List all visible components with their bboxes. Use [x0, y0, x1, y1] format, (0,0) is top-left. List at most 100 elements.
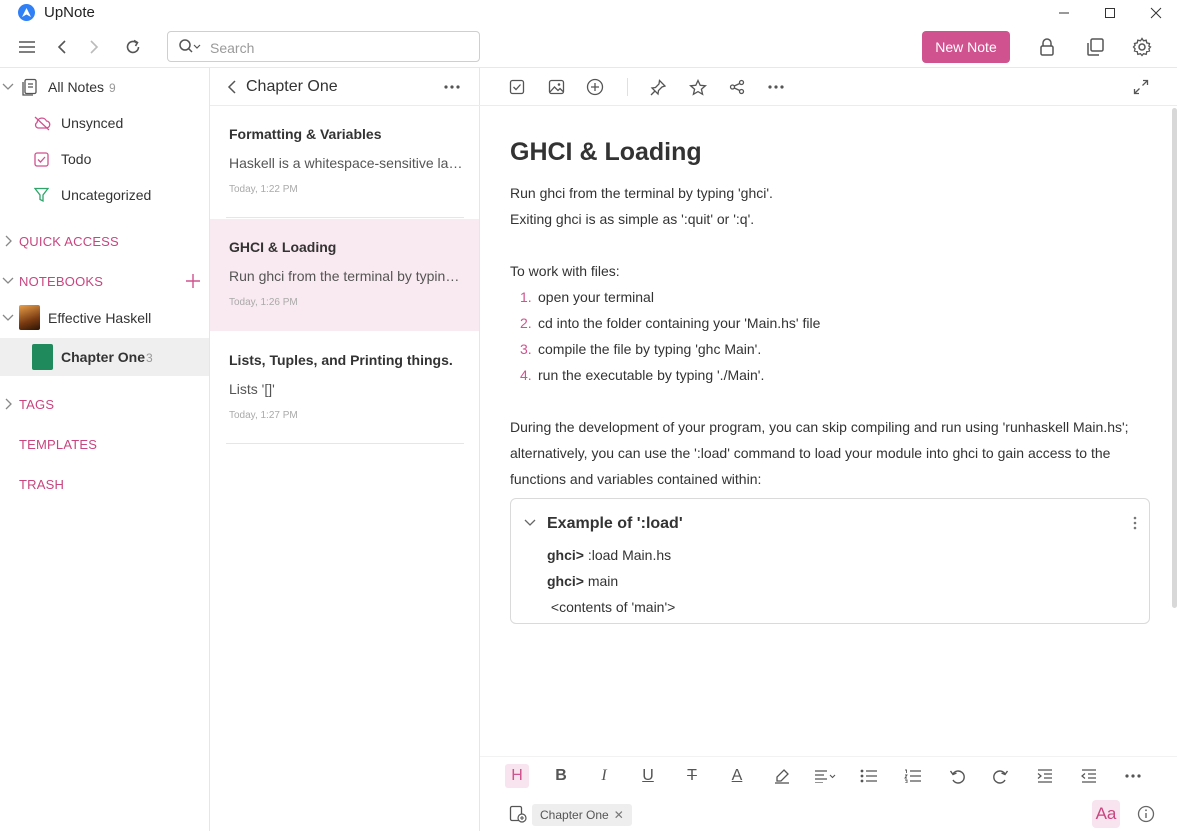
star-icon[interactable]	[686, 75, 710, 99]
editor-scrollbar[interactable]	[1172, 108, 1177, 608]
filter-icon	[34, 187, 49, 203]
sidebar-section-notebooks[interactable]: NOTEBOOKS	[0, 263, 209, 299]
menu-icon[interactable]	[15, 35, 39, 59]
undo-icon[interactable]	[945, 764, 969, 788]
minimize-button[interactable]	[1041, 0, 1087, 26]
checkbox-icon	[34, 152, 49, 167]
remove-chip-icon[interactable]: ✕	[614, 808, 624, 822]
list-number: 4.	[520, 367, 532, 383]
upnote-logo-icon	[18, 4, 35, 21]
settings-gear-icon[interactable]	[1130, 35, 1154, 59]
search-input[interactable]: Search	[167, 31, 480, 62]
notebook-chip[interactable]: Chapter One ✕	[532, 804, 632, 826]
list-number: 3.	[520, 341, 532, 357]
image-icon[interactable]	[544, 75, 568, 99]
duplicate-window-icon[interactable]	[1083, 35, 1107, 59]
paragraph[interactable]: To work with files:	[510, 263, 620, 279]
chevron-right-icon	[5, 235, 12, 247]
search-icon	[178, 38, 202, 59]
new-note-button[interactable]: New Note	[922, 31, 1010, 63]
bullet-list-icon[interactable]	[857, 764, 881, 788]
sidebar-section-quick-access[interactable]: QUICK ACCESS	[0, 223, 209, 259]
top-toolbar: Search New Note	[0, 26, 1177, 68]
divider	[226, 443, 464, 444]
note-list: Chapter One Formatting & Variables Haske…	[210, 68, 480, 831]
editor-toolbar	[480, 68, 1177, 106]
paragraph[interactable]: alternatively, you can use the ':load' c…	[510, 445, 1110, 461]
underline-button[interactable]: U	[636, 764, 660, 788]
checklist-icon[interactable]	[505, 75, 529, 99]
align-icon[interactable]	[813, 764, 837, 788]
lock-icon[interactable]	[1035, 35, 1059, 59]
block-options-icon[interactable]	[1133, 516, 1137, 530]
share-icon[interactable]	[725, 75, 749, 99]
sidebar-section-trash[interactable]: TRASH	[0, 466, 209, 502]
notebook-cover-icon	[19, 305, 40, 330]
paragraph[interactable]: Exiting ghci is as simple as ':quit' or …	[510, 211, 754, 227]
forward-arrow-icon[interactable]	[82, 35, 106, 59]
sidebar-item-effective-haskell[interactable]: Effective Haskell	[0, 300, 209, 336]
sidebar-section-templates[interactable]: TEMPLATES	[0, 426, 209, 462]
more-format-icon[interactable]	[1121, 764, 1145, 788]
font-style-button[interactable]: Aa	[1092, 800, 1120, 828]
redo-icon[interactable]	[989, 764, 1013, 788]
list-item[interactable]: open your terminal	[538, 289, 654, 305]
chevron-down-icon	[2, 314, 14, 321]
heading-button[interactable]: H	[505, 764, 529, 788]
back-chevron-icon[interactable]	[227, 80, 237, 94]
chevron-down-icon[interactable]	[524, 519, 536, 527]
paragraph[interactable]: During the development of your program, …	[510, 419, 1129, 435]
pin-icon[interactable]	[646, 75, 670, 99]
info-icon[interactable]	[1137, 805, 1155, 823]
sidebar-item-unsynced[interactable]: Unsynced	[0, 105, 209, 141]
text-color-button[interactable]: A	[725, 764, 749, 788]
sidebar-section-tags[interactable]: TAGS	[0, 386, 209, 422]
back-arrow-icon[interactable]	[50, 35, 74, 59]
note-heading[interactable]: GHCI & Loading	[510, 138, 702, 167]
sidebar-item-label: Effective Haskell	[48, 310, 152, 326]
note-card[interactable]: Formatting & Variables Haskell is a whit…	[210, 106, 479, 218]
code-line[interactable]: ghci> main	[547, 573, 618, 589]
expand-icon[interactable]	[1129, 75, 1153, 99]
editor-bottom-bar: Chapter One ✕ Aa	[480, 798, 1177, 831]
more-options-icon[interactable]	[764, 75, 788, 99]
sidebar-item-uncategorized[interactable]: Uncategorized	[0, 177, 209, 213]
sidebar: All Notes 9 Unsynced Todo Uncategorized …	[0, 68, 210, 831]
section-label: TRASH	[19, 476, 65, 492]
refresh-icon[interactable]	[121, 35, 145, 59]
close-window-button[interactable]	[1133, 0, 1177, 26]
code-line[interactable]: ghci> :load Main.hs	[547, 547, 671, 563]
maximize-button[interactable]	[1087, 0, 1133, 26]
italic-button[interactable]: I	[592, 764, 616, 788]
bold-button[interactable]: B	[549, 764, 573, 788]
strikethrough-button[interactable]: T	[680, 764, 704, 788]
sidebar-item-count: 9	[109, 81, 116, 95]
numbered-list-icon[interactable]	[901, 764, 925, 788]
notebook-cover-icon	[32, 344, 53, 370]
indent-icon[interactable]	[1033, 764, 1057, 788]
list-item[interactable]: cd into the folder containing your 'Main…	[538, 315, 820, 331]
chevron-down-icon	[2, 83, 14, 90]
sidebar-item-chapter-one[interactable]: Chapter One 3	[0, 338, 209, 376]
paragraph[interactable]: Run ghci from the terminal by typing 'gh…	[510, 185, 773, 201]
list-item[interactable]: compile the file by typing 'ghc Main'.	[538, 341, 761, 357]
add-circle-icon[interactable]	[583, 75, 607, 99]
add-notebook-icon[interactable]	[186, 274, 200, 288]
more-options-icon[interactable]	[444, 85, 460, 89]
sidebar-item-label: Unsynced	[61, 115, 124, 131]
outdent-icon[interactable]	[1077, 764, 1101, 788]
sidebar-item-todo[interactable]: Todo	[0, 141, 209, 177]
note-card-selected[interactable]: GHCI & Loading Run ghci from the termina…	[210, 219, 479, 331]
notebook-assign-icon[interactable]	[509, 805, 527, 823]
list-item[interactable]: run the executable by typing './Main'.	[538, 367, 764, 383]
search-placeholder: Search	[210, 40, 255, 56]
code-line[interactable]: <contents of 'main'>	[547, 599, 675, 615]
highlighter-icon[interactable]	[770, 764, 794, 788]
paragraph[interactable]: functions and variables contained within…	[510, 471, 761, 487]
editor: GHCI & Loading Run ghci from the termina…	[480, 68, 1177, 831]
sidebar-item-all-notes[interactable]: All Notes 9	[0, 69, 209, 105]
toggle-title[interactable]: Example of ':load'	[547, 515, 683, 533]
format-toolbar: H B I U T A	[480, 756, 1177, 794]
note-card[interactable]: Lists, Tuples, and Printing things. List…	[210, 332, 479, 444]
toggle-block[interactable]: Example of ':load' ghci> :load Main.hs g…	[510, 498, 1150, 624]
